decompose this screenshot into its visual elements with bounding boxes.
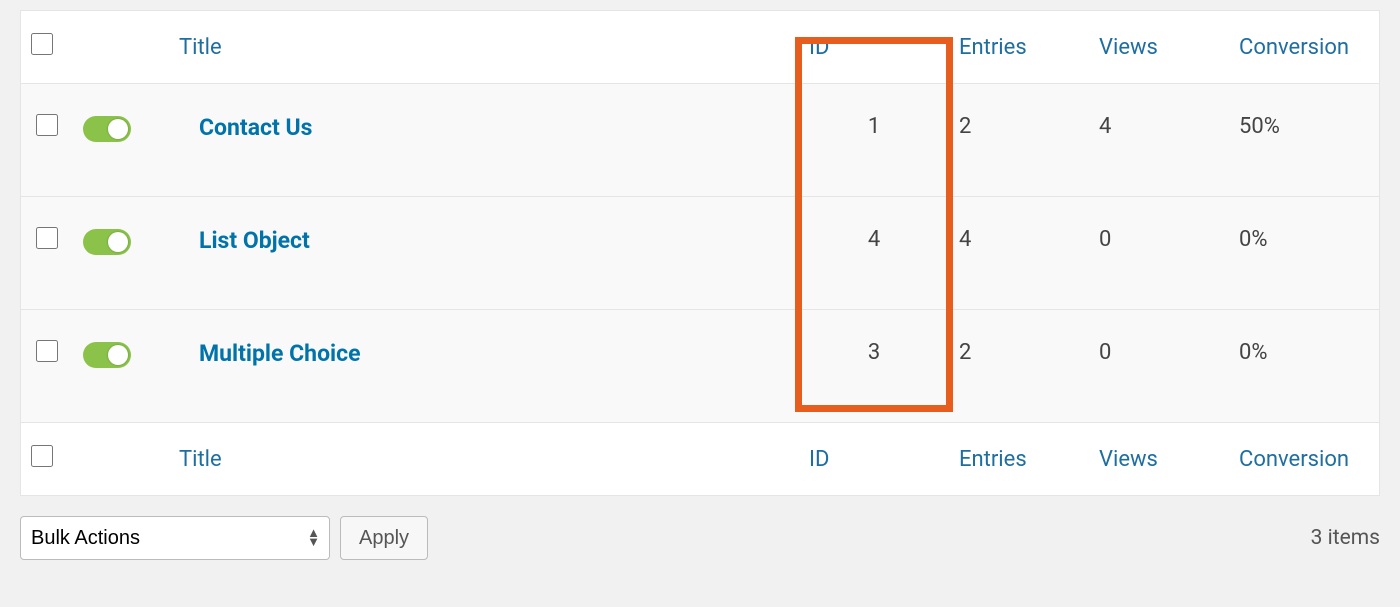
active-toggle[interactable] — [83, 116, 131, 142]
row-check-cell[interactable] — [21, 197, 73, 310]
row-views-cell: 4 — [1089, 84, 1229, 197]
row-id-cell: 3 — [799, 310, 949, 422]
bulk-actions: Bulk Actions ▲▼ Apply — [20, 516, 428, 560]
views-column-footer-label: Views — [1099, 447, 1158, 472]
active-toggle[interactable] — [83, 229, 131, 255]
item-count: 3 items — [1311, 526, 1380, 550]
table-row: List Object4400% — [21, 197, 1379, 310]
table-footer-row: Title ID Entries Views Conversion — [21, 422, 1379, 495]
form-title-link[interactable]: Multiple Choice — [179, 340, 361, 367]
title-column-footer[interactable]: Title — [169, 422, 799, 495]
row-checkbox[interactable] — [36, 227, 58, 249]
row-id-cell: 4 — [799, 197, 949, 310]
toggle-column-footer — [73, 422, 169, 495]
row-views-cell: 0 — [1089, 310, 1229, 422]
id-column-label: ID — [809, 35, 829, 60]
select-all-footer-checkbox[interactable] — [31, 445, 53, 467]
row-checkbox[interactable] — [36, 114, 58, 136]
row-toggle-cell — [73, 310, 169, 422]
title-column-header[interactable]: Title — [169, 11, 799, 84]
entries-column-footer-label: Entries — [959, 447, 1027, 472]
table-header-row: Title ID Entries Views Conversion — [21, 11, 1379, 84]
form-title-link[interactable]: Contact Us — [179, 114, 312, 141]
bulk-actions-select[interactable]: Bulk Actions — [20, 516, 330, 560]
row-title-cell: Multiple Choice — [169, 310, 799, 422]
row-title-cell: List Object — [169, 197, 799, 310]
row-entries-cell[interactable]: 2 — [949, 84, 1089, 197]
entries-column-footer[interactable]: Entries — [949, 422, 1089, 495]
title-column-label: Title — [179, 35, 222, 60]
id-column-footer[interactable]: ID — [799, 422, 949, 495]
forms-table-wrap: Title ID Entries Views Conversion — [20, 10, 1380, 496]
toggle-knob-icon — [108, 345, 128, 365]
views-column-header[interactable]: Views — [1089, 11, 1229, 84]
toggle-knob-icon — [108, 119, 128, 139]
row-toggle-cell — [73, 197, 169, 310]
select-all-checkbox[interactable] — [31, 33, 53, 55]
conversion-column-header[interactable]: Conversion — [1229, 11, 1379, 84]
row-checkbox[interactable] — [36, 340, 58, 362]
row-views-cell: 0 — [1089, 197, 1229, 310]
id-column-footer-label: ID — [809, 447, 829, 472]
title-column-footer-label: Title — [179, 447, 222, 472]
form-title-link[interactable]: List Object — [179, 227, 310, 254]
conversion-column-label: Conversion — [1239, 35, 1349, 60]
row-id-cell: 1 — [799, 84, 949, 197]
row-check-cell[interactable] — [21, 84, 73, 197]
toggle-column-header — [73, 11, 169, 84]
table-row: Multiple Choice 3200% — [21, 310, 1379, 422]
row-entries-cell[interactable]: 2 — [949, 310, 1089, 422]
row-title-cell: Contact Us — [169, 84, 799, 197]
tablenav-bottom: Bulk Actions ▲▼ Apply 3 items — [20, 496, 1380, 560]
views-column-label: Views — [1099, 35, 1158, 60]
views-column-footer[interactable]: Views — [1089, 422, 1229, 495]
apply-button[interactable]: Apply — [340, 516, 428, 560]
row-conversion-cell: 0% — [1229, 310, 1379, 422]
row-entries-cell[interactable]: 4 — [949, 197, 1089, 310]
active-toggle[interactable] — [83, 342, 131, 368]
row-conversion-cell: 0% — [1229, 197, 1379, 310]
table-row: Contact Us 12450% — [21, 84, 1379, 197]
toggle-knob-icon — [108, 232, 128, 252]
id-column-header[interactable]: ID — [799, 11, 949, 84]
conversion-column-footer[interactable]: Conversion — [1229, 422, 1379, 495]
select-all-footer[interactable] — [21, 422, 73, 495]
select-all-header[interactable] — [21, 11, 73, 84]
row-conversion-cell: 50% — [1229, 84, 1379, 197]
forms-table: Title ID Entries Views Conversion — [20, 10, 1380, 496]
conversion-column-footer-label: Conversion — [1239, 447, 1349, 472]
row-toggle-cell — [73, 84, 169, 197]
entries-column-header[interactable]: Entries — [949, 11, 1089, 84]
entries-column-label: Entries — [959, 35, 1027, 60]
row-check-cell[interactable] — [21, 310, 73, 422]
